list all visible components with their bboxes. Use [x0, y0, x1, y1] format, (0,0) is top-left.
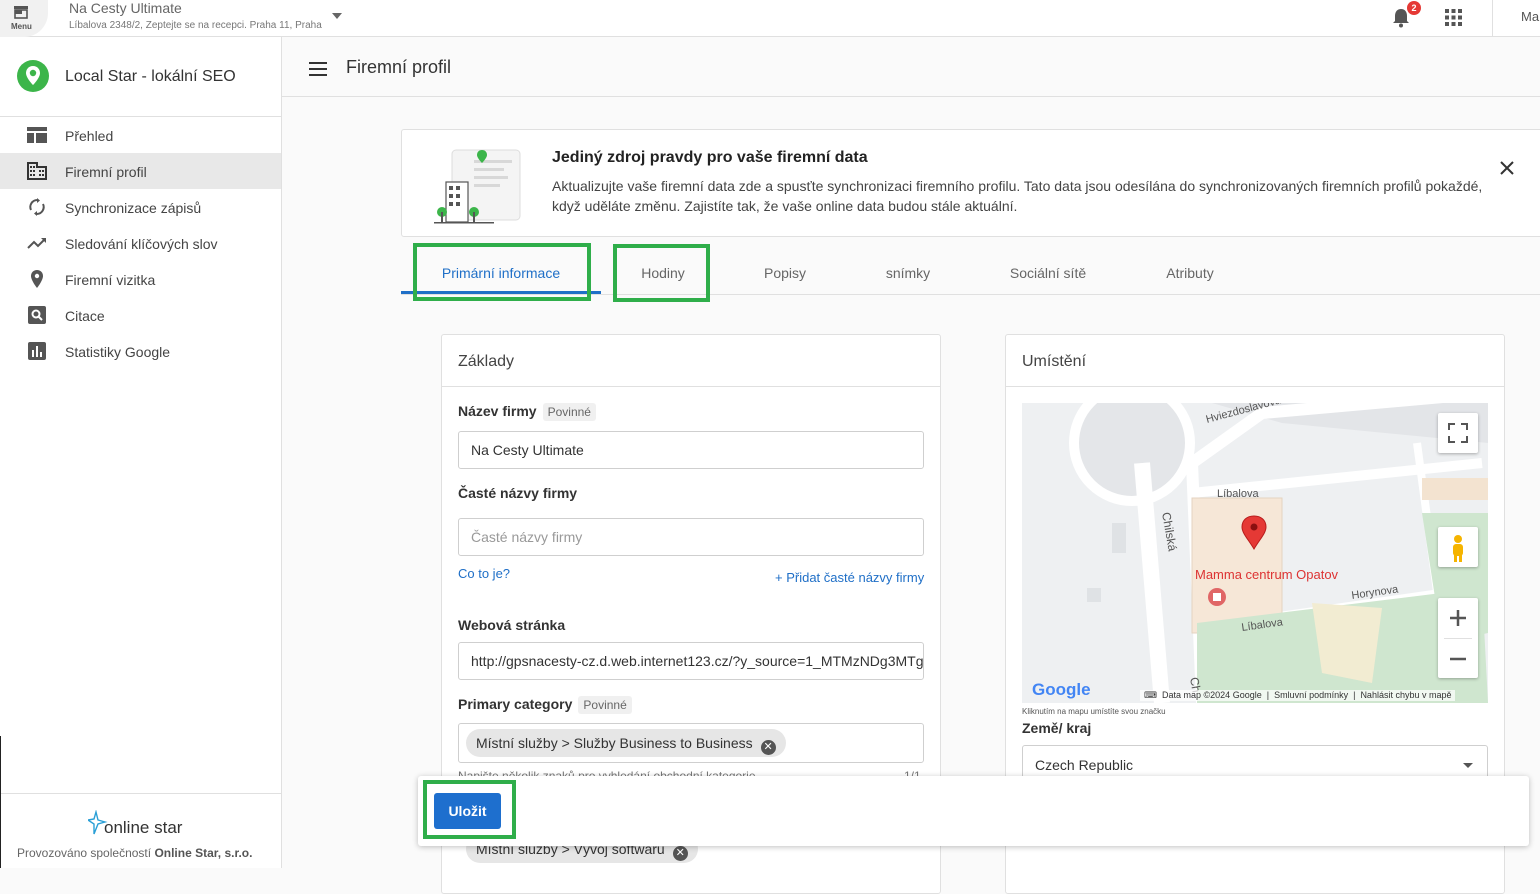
bar-chart-icon [28, 342, 46, 360]
zoom-in-button[interactable] [1438, 598, 1478, 638]
highlight-box [613, 244, 710, 302]
footer-company: Online Star, s.r.o. [154, 846, 253, 860]
sidebar-item-prehled[interactable]: Přehled [0, 117, 281, 153]
add-common-names-link[interactable]: + Přidat časté názvy firmy [775, 570, 924, 585]
location-pin-icon [31, 270, 43, 288]
map-drawing: Hviezdoslavova Líbalova Chilská Horynova… [1022, 403, 1488, 703]
trending-icon [27, 238, 46, 249]
close-icon[interactable] [1499, 160, 1515, 176]
top-bar: Menu Na Cesty Ultimate Líbalova 2348/2, … [0, 0, 1540, 37]
footer-text: Provozováno společností Online Star, s.r… [17, 846, 252, 860]
map-poi-label: Mamma centrum Opatov [1195, 567, 1339, 582]
website-input[interactable]: http://gpsnacesty-cz.d.web.internet123.c… [458, 642, 924, 680]
sidebar-item-firemni-profil[interactable]: Firemní profil [0, 153, 281, 189]
divider [0, 793, 281, 794]
menu-button[interactable]: Menu [0, 0, 48, 37]
chip-label: Místní služby > Služby Business to Busin… [476, 735, 753, 751]
primary-category-label: Primary category Povinné [458, 696, 632, 714]
country-label: Země/ kraj [1022, 720, 1092, 736]
sidebar-item-label: Firemní vizitka [65, 272, 156, 288]
required-badge: Povinné [578, 696, 632, 714]
what-is-link[interactable]: Co to je? [458, 566, 510, 581]
website-label: Webová stránka [458, 617, 566, 633]
country-value: Czech Republic [1035, 757, 1134, 773]
card-title: Umístění [1022, 353, 1087, 370]
page-title: Firemní profil [346, 57, 452, 77]
store-icon [14, 6, 28, 19]
sidebar-item-label: Statistiky Google [65, 344, 171, 360]
sidebar: Local Star - lokální SEO Přehled Firemní… [0, 37, 282, 868]
sidebar-item-klicova-slova[interactable]: Sledování klíčových slov [0, 225, 281, 261]
map[interactable]: Hviezdoslavova Líbalova Chilská Horynova… [1022, 403, 1488, 703]
notification-badge: 2 [1407, 1, 1421, 15]
banner-title: Jediný zdroj pravdy pro vaše firemní dat… [552, 149, 868, 166]
business-address[interactable]: Líbalova 2348/2, Zeptejte se na recepci.… [69, 20, 322, 31]
info-banner: Jediný zdroj pravdy pro vaše firemní dat… [401, 129, 1540, 237]
common-names-label: Časté názvy firmy [458, 485, 578, 501]
online-star-logo-text: online star [104, 818, 183, 837]
user-separator [1492, 0, 1493, 37]
sidebar-item-label: Citace [65, 308, 105, 324]
remove-chip-icon[interactable]: ✕ [672, 846, 688, 861]
sync-icon [29, 198, 45, 216]
sidebar-item-label: Firemní profil [65, 164, 147, 180]
divider [1006, 386, 1504, 387]
pegman-icon [1453, 535, 1463, 562]
sidebar-item-statistiky[interactable]: Statistiky Google [0, 333, 281, 369]
map-data-attribution: Data map ©2024 Google [1162, 690, 1262, 700]
zoom-out-button[interactable] [1438, 638, 1478, 678]
fullscreen-button[interactable] [1438, 413, 1478, 453]
map-hint: Kliknutím na mapu umístíte svou značku [1022, 707, 1166, 716]
map-terms-link[interactable]: Smluvní podmínky [1274, 690, 1348, 700]
search-box-icon [28, 306, 46, 324]
tab-socialni-site[interactable]: Sociální sítě [993, 265, 1103, 281]
user-menu[interactable]: Ma [1521, 9, 1539, 24]
google-logo: Google [1032, 680, 1091, 699]
window-edge [0, 736, 1, 868]
sidebar-nav: Přehled Firemní profil Synchronizace záp… [0, 117, 281, 369]
map-street-label: Líbalova [1217, 488, 1259, 500]
highlight-box [423, 780, 516, 839]
business-illustration-icon [434, 149, 521, 224]
map-report-link[interactable]: Nahlásit chybu v mapě [1360, 690, 1451, 700]
sidebar-item-label: Synchronizace zápisů [65, 200, 202, 216]
footer-prefix: Provozováno společností [17, 846, 152, 860]
page-header: Firemní profil [282, 37, 1540, 97]
hamburger-menu-icon[interactable] [309, 62, 327, 76]
common-names-input[interactable]: Časté názvy firmy [458, 518, 924, 556]
sidebar-item-citace[interactable]: Citace [0, 297, 281, 333]
required-badge: Povinné [542, 403, 596, 421]
chevron-down-icon[interactable] [332, 13, 342, 19]
apps-grid-icon[interactable] [1445, 9, 1462, 26]
sidebar-item-synchronizace[interactable]: Synchronizace zápisů [0, 189, 281, 225]
dashboard-icon [27, 127, 47, 143]
card-title: Základy [458, 353, 515, 370]
banner-text: Aktualizujte vaše firemní data zde a spu… [552, 178, 1483, 214]
label-text: Primary category [458, 696, 573, 712]
sidebar-item-label: Sledování klíčových slov [65, 236, 218, 252]
local-star-logo-icon [17, 60, 49, 92]
sidebar-item-label: Přehled [65, 128, 114, 144]
app-title: Local Star - lokální SEO [65, 68, 236, 85]
menu-label: Menu [11, 22, 32, 31]
tab-atributy[interactable]: Atributy [1150, 265, 1230, 281]
save-bar [418, 776, 1529, 846]
highlight-box [413, 243, 591, 301]
remove-chip-icon[interactable]: ✕ [760, 740, 776, 755]
business-name[interactable]: Na Cesty Ultimate [69, 0, 182, 16]
map-attribution-bar: ⌨ Data map ©2024 Google | Smluvní podmín… [1140, 690, 1456, 701]
chevron-down-icon [1463, 763, 1473, 768]
fullscreen-icon [1448, 423, 1468, 443]
sidebar-item-vizitka[interactable]: Firemní vizitka [0, 261, 281, 297]
street-view-button[interactable] [1438, 527, 1478, 567]
business-name-input[interactable]: Na Cesty Ultimate [458, 431, 924, 469]
label-text: Název firmy [458, 403, 537, 419]
divider [442, 386, 940, 387]
category-chip: Místní služby > Služby Business to Busin… [466, 729, 786, 757]
business-name-label: Název firmy Povinné [458, 403, 596, 421]
tab-popisy[interactable]: Popisy [745, 265, 825, 281]
building-icon [27, 162, 47, 180]
tab-snimky[interactable]: snímky [868, 265, 948, 281]
keyboard-icon[interactable]: ⌨ [1144, 690, 1157, 700]
